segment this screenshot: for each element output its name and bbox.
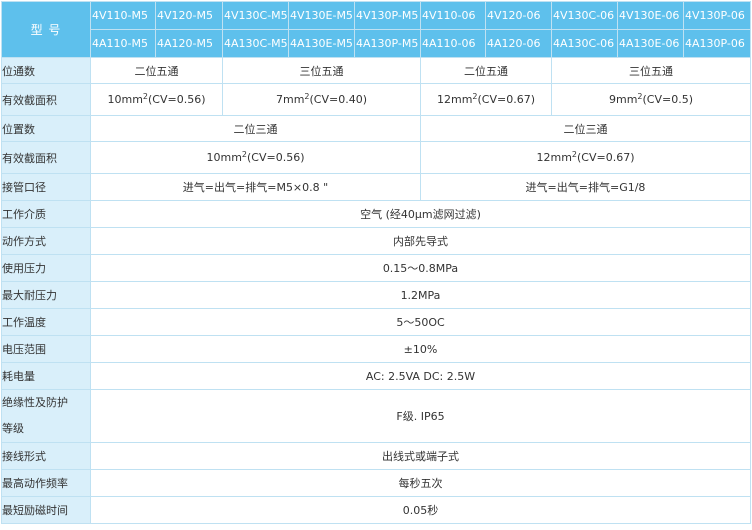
cell-m5-two-area: 10mm2(CV=0.56): [90, 83, 223, 116]
cell-g-two-area: 12mm2(CV=0.67): [420, 83, 552, 116]
cell-value: ±10%: [90, 335, 751, 363]
row-voltage: 电压范围 ±10%: [1, 335, 751, 363]
area-value: 10mm: [107, 93, 143, 106]
row-label: 位置数: [1, 115, 91, 142]
model-4v130p-m5: 4V130P-M5: [354, 1, 421, 30]
row-power: 耗电量 AC: 2.5VA DC: 2.5W: [1, 362, 751, 390]
cell-m5-three-position: 三位五通: [222, 57, 421, 84]
cell-m5-position: 二位三通: [90, 115, 421, 142]
header-row-2: 4A110-M5 4A120-M5 4A130C-M5 4A130E-M5 4A…: [2, 29, 751, 58]
model-4a130c-06: 4A130C-06: [551, 29, 618, 58]
row-label: 工作温度: [1, 308, 91, 336]
cell-value: 内部先导式: [90, 227, 751, 255]
header-row-1: 型 号 4V110-M5 4V120-M5 4V130C-M5 4V130E-M…: [1, 1, 751, 58]
row-label: 最大耐压力: [1, 281, 91, 309]
cell-m5-port: 进气=出气=排气=M5×0.8 ": [90, 173, 421, 201]
cell-value: AC: 2.5VA DC: 2.5W: [90, 362, 751, 390]
cell-value: 出线式或端子式: [90, 442, 751, 470]
cell-value: 1.2MPa: [90, 281, 751, 309]
model-4a130e-m5: 4A130E-M5: [288, 29, 355, 58]
area-value: 12mm: [536, 151, 572, 164]
cv-value: (CV=0.67): [477, 93, 536, 106]
cv-value: (CV=0.67): [577, 151, 635, 164]
row-label: 电压范围: [1, 335, 91, 363]
row-label: 有效截面积: [1, 83, 91, 116]
row-label: 接线形式: [1, 442, 91, 470]
cell-g-port: 进气=出气=排气=G1/8: [420, 173, 751, 201]
row-area-3way: 有效截面积 10mm2(CV=0.56) 12mm2(CV=0.67): [1, 141, 751, 174]
row-label: 使用压力: [1, 254, 91, 282]
cell-value: 空气 (经40μm滤网过滤): [90, 200, 751, 228]
row-label: 工作介质: [1, 200, 91, 228]
model-4a130p-06: 4A130P-06: [683, 29, 751, 58]
spec-table: 型 号 4V110-M5 4V120-M5 4V130C-M5 4V130E-M…: [1, 1, 751, 524]
row-pressure: 使用压力 0.15～0.8MPa: [1, 254, 751, 282]
row-label: 位通数: [1, 57, 91, 84]
model-4a120-m5: 4A120-M5: [155, 29, 223, 58]
model-4a130e-06: 4A130E-06: [617, 29, 684, 58]
model-4a120-06: 4A120-06: [485, 29, 552, 58]
model-header-label: 型 号: [1, 1, 91, 58]
cell-value: 每秒五次: [90, 469, 751, 497]
cv-value: (CV=0.56): [148, 93, 206, 106]
cell-g-two-position: 二位五通: [420, 57, 552, 84]
cell-value: 5～50OC: [90, 308, 751, 336]
area-value: 7mm: [275, 93, 305, 106]
row-label: 接管口径: [1, 173, 91, 201]
area-value: 9mm: [608, 93, 638, 106]
row-excitation: 最短励磁时间 0.05秒: [1, 496, 751, 524]
model-4a110-06: 4A110-06: [420, 29, 486, 58]
area-value: 10mm: [206, 151, 242, 164]
cell-value: F级. IP65: [90, 389, 751, 443]
cv-value: (CV=0.40): [309, 93, 368, 106]
cell-m5-three-area: 7mm2(CV=0.40): [222, 83, 421, 116]
row-action: 动作方式 内部先导式: [1, 227, 751, 255]
row-frequency: 最高动作频率 每秒五次: [1, 469, 751, 497]
row-label-line-1: 绝缘性及防护: [2, 396, 69, 409]
model-4v120-m5: 4V120-M5: [155, 1, 223, 30]
model-4v130e-06: 4V130E-06: [617, 1, 684, 30]
row-label: 最高动作频率: [1, 469, 91, 497]
cell-m5-area: 10mm2(CV=0.56): [90, 141, 421, 174]
cell-g-three-area: 9mm2(CV=0.5): [551, 83, 751, 116]
cell-value: 0.05秒: [90, 496, 751, 524]
cv-value: (CV=0.56): [247, 151, 305, 164]
row-label: 绝缘性及防护 等级: [1, 389, 91, 443]
model-4v130p-06: 4V130P-06: [683, 1, 751, 30]
area-value: 12mm: [436, 93, 473, 106]
cell-g-three-position: 三位五通: [551, 57, 751, 84]
cv-value: (CV=0.5): [642, 93, 694, 106]
row-port-size: 接管口径 进气=出气=排气=M5×0.8 " 进气=出气=排气=G1/8: [1, 173, 751, 201]
model-4v110-06: 4V110-06: [420, 1, 486, 30]
model-4v130c-m5: 4V130C-M5: [222, 1, 289, 30]
model-4v130e-m5: 4V130E-M5: [288, 1, 355, 30]
row-label: 最短励磁时间: [1, 496, 91, 524]
row-proof-pressure: 最大耐压力 1.2MPa: [1, 281, 751, 309]
row-label: 有效截面积: [1, 141, 91, 174]
row-positions-5way: 位通数 二位五通 三位五通 二位五通 三位五通: [1, 57, 751, 84]
model-4v120-06: 4V120-06: [485, 1, 552, 30]
model-4a110-m5: 4A110-M5: [90, 29, 156, 58]
row-medium: 工作介质 空气 (经40μm滤网过滤): [1, 200, 751, 228]
row-insulation: 绝缘性及防护 等级 F级. IP65: [1, 389, 751, 443]
model-4v130c-06: 4V130C-06: [551, 1, 618, 30]
row-temperature: 工作温度 5～50OC: [1, 308, 751, 336]
row-positions-3way: 位置数 二位三通 二位三通: [1, 115, 751, 142]
cell-value: 0.15～0.8MPa: [90, 254, 751, 282]
row-label: 动作方式: [1, 227, 91, 255]
cell-g-area: 12mm2(CV=0.67): [420, 141, 751, 174]
row-wiring: 接线形式 出线式或端子式: [1, 442, 751, 470]
row-label: 耗电量: [1, 362, 91, 390]
model-4v110-m5: 4V110-M5: [90, 1, 156, 30]
row-area-5way: 有效截面积 10mm2(CV=0.56) 7mm2(CV=0.40) 12mm2…: [1, 83, 751, 116]
cell-m5-two-position: 二位五通: [90, 57, 223, 84]
row-label-line-2: 等级: [2, 422, 25, 435]
cell-g-position: 二位三通: [420, 115, 751, 142]
model-4a130p-m5: 4A130P-M5: [354, 29, 421, 58]
model-4a130c-m5: 4A130C-M5: [222, 29, 289, 58]
